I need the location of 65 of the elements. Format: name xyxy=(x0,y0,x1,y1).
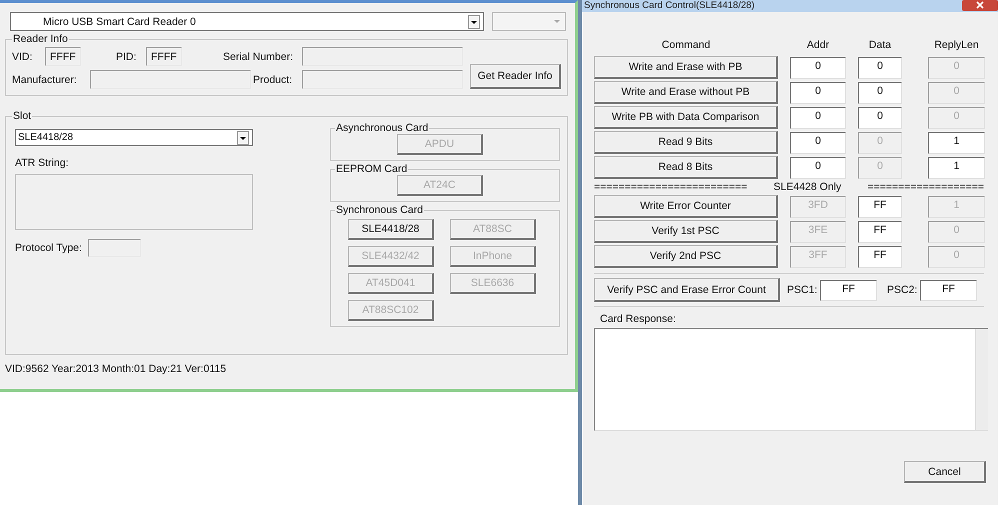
section-label: SLE4428 Only xyxy=(774,181,842,193)
card-response-field[interactable] xyxy=(594,328,988,431)
data-field[interactable]: FF xyxy=(858,196,902,218)
field-label: PID: xyxy=(116,50,138,62)
secondary-select[interactable] xyxy=(492,12,566,31)
addr-field[interactable]: 0 xyxy=(790,56,846,78)
vid-field[interactable]: FFFF xyxy=(45,47,81,66)
atr-string-field[interactable] xyxy=(15,174,253,230)
command-button[interactable]: Write and Erase without PB xyxy=(594,81,778,104)
group-title: Slot xyxy=(12,110,32,122)
reader-select[interactable]: Micro USB Smart Card Reader 0 xyxy=(10,12,484,31)
addr-field[interactable]: 0 xyxy=(790,82,846,104)
data-field[interactable]: 0 xyxy=(858,56,902,78)
manufacturer-field[interactable] xyxy=(90,70,251,89)
column-header: ReplyLen xyxy=(933,38,980,50)
group-title: Synchronous Card xyxy=(335,204,424,216)
addr-field[interactable]: 0 xyxy=(790,132,846,154)
command-button[interactable]: Write and Erase with PB xyxy=(594,56,778,79)
atr-label: ATR String: xyxy=(15,157,70,169)
group-title: Asynchronous Card xyxy=(335,122,430,134)
get-reader-info-button[interactable]: Get Reader Info xyxy=(470,64,561,89)
command-button[interactable]: Read 8 Bits xyxy=(594,156,778,179)
command-button[interactable]: Write PB with Data Comparison xyxy=(594,106,778,129)
psc2-field[interactable]: FF xyxy=(920,280,977,300)
card-response-label: Card Response: xyxy=(600,313,677,325)
window-title: Synchronous Card Control(SLE4418/28) xyxy=(584,0,755,11)
reply-length-field[interactable]: 1 xyxy=(928,156,985,178)
card-type-button[interactable]: SLE4418/28 xyxy=(348,219,434,240)
group-title: Reader Info xyxy=(12,33,69,45)
command-button[interactable]: Verify 1st PSC xyxy=(594,220,778,243)
group-title: EEPROM Card xyxy=(335,163,408,175)
protocol-type-field[interactable] xyxy=(88,239,141,257)
protocol-label: Protocol Type: xyxy=(15,242,82,254)
field-label: Product: xyxy=(253,74,294,86)
field-label: PSC2: xyxy=(887,284,918,296)
data-field[interactable]: 0 xyxy=(858,106,902,128)
product-field[interactable] xyxy=(302,70,463,89)
field-label: VID: xyxy=(12,50,34,62)
psc1-field[interactable]: FF xyxy=(820,280,877,300)
addr-field[interactable]: 0 xyxy=(790,106,846,128)
reply-length-field[interactable]: 1 xyxy=(928,132,985,154)
addr-field[interactable]: 0 xyxy=(790,156,846,178)
column-header: Command xyxy=(660,38,712,50)
serial-number-field[interactable] xyxy=(302,47,463,66)
verify-psc-button[interactable]: Verify PSC and Erase Error Count xyxy=(594,278,780,302)
cancel-button[interactable]: Cancel xyxy=(904,461,986,483)
field-label: Serial Number: xyxy=(223,50,294,62)
separator-text: =================== xyxy=(867,181,984,193)
column-header: Data xyxy=(868,38,892,50)
status-text: VID:9562 Year:2013 Month:01 Day:21 Ver:0115 xyxy=(5,363,228,375)
dropdown-arrow-icon xyxy=(554,20,560,23)
pid-field[interactable]: FFFF xyxy=(146,47,182,66)
data-field[interactable]: 0 xyxy=(858,82,902,104)
close-icon[interactable] xyxy=(962,0,998,11)
column-header: Addr xyxy=(806,38,830,50)
field-label: PSC1: xyxy=(787,284,818,296)
data-field[interactable]: FF xyxy=(858,220,902,242)
scrollbar[interactable] xyxy=(975,329,988,430)
separator-text: ========================= xyxy=(594,181,748,193)
field-label: Manufacturer: xyxy=(12,74,78,86)
command-button[interactable]: Read 9 Bits xyxy=(594,131,778,154)
card-type-select[interactable]: SLE4418/28 xyxy=(15,129,253,146)
command-button[interactable]: Write Error Counter xyxy=(594,195,778,218)
command-button[interactable]: Verify 2nd PSC xyxy=(594,245,778,268)
data-field[interactable]: FF xyxy=(858,246,902,268)
